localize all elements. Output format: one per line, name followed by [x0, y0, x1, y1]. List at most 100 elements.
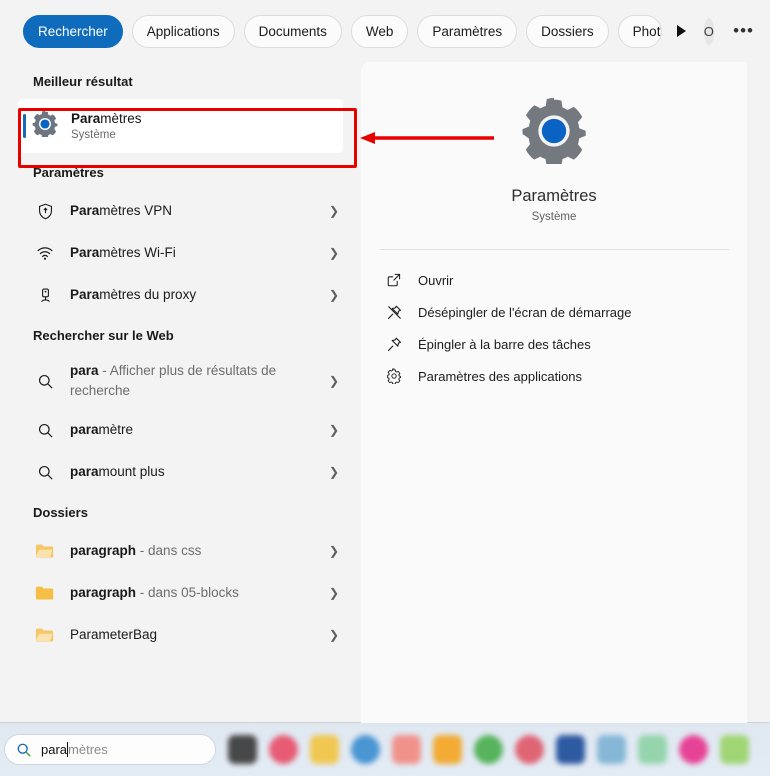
scroll-right-arrow-icon[interactable]	[676, 16, 686, 46]
taskbar-app-icon[interactable]	[720, 735, 749, 764]
label-rest: graph	[98, 543, 137, 559]
chevron-right-icon[interactable]: ❯	[329, 374, 339, 388]
web-section-heading: Rechercher sur le Web	[33, 328, 174, 343]
taskbar-app-icon[interactable]	[515, 735, 544, 764]
settings-gear-icon	[521, 98, 587, 169]
filter-chip-rechercher[interactable]: Rechercher	[23, 14, 123, 48]
shield-icon	[33, 203, 57, 220]
match-prefix: para	[70, 585, 99, 601]
match-prefix: para	[70, 422, 99, 438]
filter-chip-label: Web	[365, 23, 394, 39]
result-item-parametres-proxy[interactable]: Paramètres du proxy ❯	[0, 274, 361, 316]
label-rest: mètres du proxy	[99, 287, 197, 303]
label-dim: - dans css	[136, 543, 202, 559]
result-item-label: paragraph - dans css	[70, 541, 329, 561]
more-options-label: •••	[733, 21, 754, 40]
action-label: Désépingler de l'écran de démarrage	[418, 304, 632, 320]
result-item-folder-parameterbag[interactable]: ParameterBag ❯	[0, 614, 361, 656]
taskbar-app-icons	[228, 723, 749, 776]
filter-chip-parametres[interactable]: Paramètres	[417, 14, 518, 48]
filter-chip-label: Paramètres	[432, 23, 503, 39]
action-desepingler-ecran-demarrage[interactable]: Désépingler de l'écran de démarrage	[383, 296, 747, 328]
match-prefix: Para	[70, 287, 100, 303]
result-item-label: Paramètres Wi-Fi	[70, 243, 329, 263]
taskbar-app-icon[interactable]	[351, 735, 380, 764]
action-ouvrir[interactable]: Ouvrir	[383, 264, 747, 296]
filter-chip-web[interactable]: Web	[350, 14, 409, 48]
unpin-icon	[383, 304, 405, 321]
match-prefix: para	[70, 464, 99, 480]
taskbar-app-icon[interactable]	[269, 735, 298, 764]
chevron-right-icon[interactable]: ❯	[329, 204, 339, 218]
result-item-folder-paragraph-css[interactable]: paragraph - dans css ❯	[0, 530, 361, 572]
result-item-web-paramount-plus[interactable]: paramount plus ❯	[0, 451, 361, 493]
action-label: Épingler à la barre des tâches	[418, 336, 591, 352]
search-icon	[33, 422, 57, 439]
chevron-right-icon[interactable]: ❯	[329, 628, 339, 642]
folders-section-heading: Dossiers	[33, 505, 88, 520]
filter-chip-photo[interactable]: Photo	[617, 14, 662, 48]
taskbar-app-icon[interactable]	[638, 735, 667, 764]
taskbar: para mètres	[0, 723, 770, 776]
filter-chip-documents[interactable]: Documents	[243, 14, 342, 48]
label-rest: mètres VPN	[99, 203, 173, 219]
gear-icon	[383, 368, 405, 384]
chevron-right-icon[interactable]: ❯	[329, 423, 339, 437]
result-item-label: para - Afficher plus de résultats de rec…	[70, 361, 329, 400]
result-item-parametres-vpn[interactable]: Paramètres VPN ❯	[0, 190, 361, 232]
label-rest: graph	[98, 585, 137, 601]
selection-accent-bar	[23, 114, 26, 138]
taskbar-app-icon[interactable]	[474, 735, 503, 764]
settings-gear-icon	[32, 110, 58, 142]
taskbar-app-icon[interactable]	[310, 735, 339, 764]
chevron-right-icon[interactable]: ❯	[329, 586, 339, 600]
filter-chip-label: Photo	[632, 23, 661, 39]
folder-open-icon	[33, 626, 57, 644]
action-parametres-des-applications[interactable]: Paramètres des applications	[383, 360, 747, 392]
best-match-title-rest: mètres	[100, 110, 142, 126]
avatar-letter: O	[703, 23, 714, 39]
search-icon	[33, 464, 57, 481]
label-rest: mètres Wi-Fi	[99, 245, 176, 261]
result-item-parametres-wifi[interactable]: Paramètres Wi-Fi ❯	[0, 232, 361, 274]
taskbar-app-icon[interactable]	[597, 735, 626, 764]
wifi-icon	[33, 244, 57, 262]
taskbar-app-icon[interactable]	[433, 735, 462, 764]
label-dim: - Afficher plus de résultats de recherch…	[70, 363, 277, 398]
action-label: Ouvrir	[418, 272, 454, 288]
chevron-right-icon[interactable]: ❯	[329, 465, 339, 479]
taskbar-app-icon[interactable]	[392, 735, 421, 764]
best-match-texts: Paramètres Système	[71, 111, 142, 142]
taskbar-app-icon[interactable]	[228, 735, 257, 764]
result-item-web-parametre[interactable]: paramètre ❯	[0, 409, 361, 451]
action-label: Paramètres des applications	[418, 368, 583, 384]
more-options-button[interactable]: •••	[733, 16, 754, 46]
label-rest: meterBag	[98, 627, 158, 643]
settings-section-heading: Paramètres	[33, 165, 104, 180]
preview-actions: Ouvrir Désépingler de l'écran de démarra…	[361, 250, 747, 392]
search-icon	[33, 373, 57, 390]
chevron-right-icon[interactable]: ❯	[329, 544, 339, 558]
filter-chip-label: Rechercher	[38, 23, 108, 39]
taskbar-app-icon[interactable]	[556, 735, 585, 764]
chevron-right-icon[interactable]: ❯	[329, 246, 339, 260]
best-match-item[interactable]: Paramètres Système	[18, 99, 343, 153]
preview-hero: Paramètres Système	[361, 62, 747, 223]
filter-chip-dossiers[interactable]: Dossiers	[526, 14, 609, 48]
result-item-web-para[interactable]: para - Afficher plus de résultats de rec…	[0, 353, 361, 409]
screen: Rechercher Applications Documents Web Pa…	[0, 0, 770, 776]
result-item-folder-paragraph-05-blocks[interactable]: paragraph - dans 05-blocks ❯	[0, 572, 361, 614]
result-item-label: paragraph - dans 05-blocks	[70, 583, 329, 603]
taskbar-search-text: para mètres	[41, 742, 108, 757]
filter-chip-label: Documents	[258, 23, 327, 39]
avatar[interactable]: O	[703, 17, 715, 45]
action-epingler-barre-taches[interactable]: Épingler à la barre des tâches	[383, 328, 747, 360]
result-item-label: paramount plus	[70, 462, 329, 482]
search-icon	[16, 742, 32, 758]
preview-panel: Paramètres Système Ouvrir Désépingler de…	[361, 62, 747, 723]
taskbar-search-input[interactable]: para mètres	[4, 734, 216, 765]
taskbar-app-icon[interactable]	[679, 735, 708, 764]
filter-chip-applications[interactable]: Applications	[131, 14, 235, 48]
match-prefix: para	[70, 543, 99, 559]
chevron-right-icon[interactable]: ❯	[329, 288, 339, 302]
